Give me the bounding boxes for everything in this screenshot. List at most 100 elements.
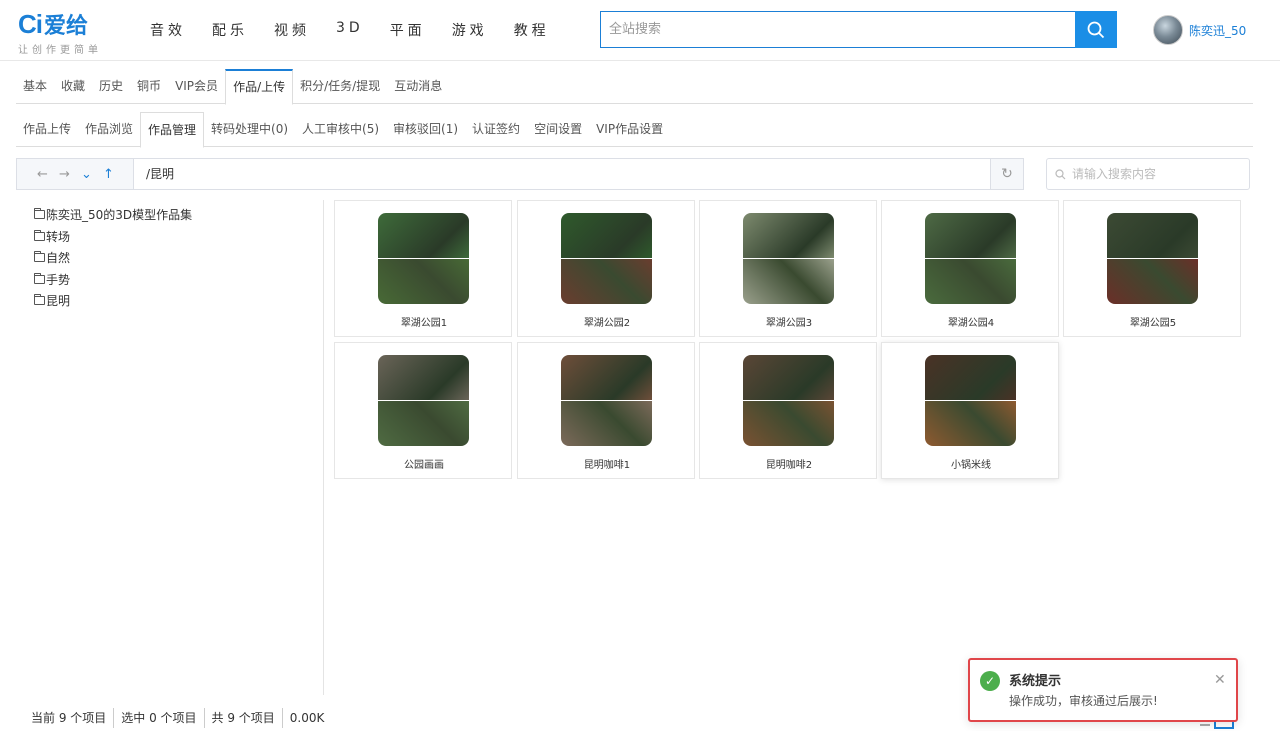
- logo-mark: Ci 爱给: [18, 8, 89, 40]
- logo-ci: Ci: [18, 8, 43, 39]
- file-name: 昆明咖啡1: [583, 460, 631, 471]
- logo-slogan: 让创作更简单: [18, 45, 102, 56]
- notification-title: 系统提示: [1009, 674, 1062, 689]
- tab-item[interactable]: 作品管理: [140, 112, 205, 148]
- folder-icon: [34, 208, 45, 220]
- tab-item[interactable]: 收藏: [54, 69, 92, 104]
- tab-item[interactable]: 作品浏览: [78, 112, 140, 147]
- folder-tree-item[interactable]: 陈奕迅_50的3D模型作品集: [16, 204, 323, 226]
- file-card[interactable]: 翠湖公园5: [1063, 200, 1241, 337]
- nav-item[interactable]: 3D: [336, 20, 364, 40]
- file-card[interactable]: 翠湖公园4: [881, 200, 1059, 337]
- header: Ci 爱给 让创作更简单 音效 配乐 视频 3D 平面 游戏 教程 陈奕迅_50: [0, 0, 1280, 61]
- nav-item[interactable]: 配乐: [212, 20, 248, 40]
- tab-item[interactable]: 空间设置: [527, 112, 589, 147]
- site-logo[interactable]: Ci 爱给 让创作更简单: [18, 8, 118, 57]
- tab-item[interactable]: 转码处理中(0): [204, 112, 295, 147]
- success-check-icon: ✓: [980, 671, 1000, 691]
- file-toolbar: ← → ⌄ ↑ /昆明 ↻: [16, 158, 1024, 190]
- file-thumbnail: [378, 213, 469, 304]
- file-thumbnail: [1107, 213, 1198, 304]
- tab-item[interactable]: 铜币: [130, 69, 168, 104]
- file-card[interactable]: 小锅米线: [881, 342, 1059, 479]
- nav-item[interactable]: 音效: [150, 20, 186, 40]
- nav-item[interactable]: 平面: [390, 20, 426, 40]
- file-name: 翠湖公园4: [947, 318, 995, 329]
- avatar[interactable]: [1153, 15, 1183, 45]
- status-selected: 选中 0 个项目: [114, 708, 205, 728]
- main-nav: 音效 配乐 视频 3D 平面 游戏 教程: [150, 20, 576, 40]
- file-search-input[interactable]: [1072, 167, 1242, 181]
- folder-label: 手势: [46, 272, 71, 287]
- tab-item[interactable]: 认证签约: [465, 112, 527, 147]
- site-search: [600, 11, 1117, 48]
- file-thumbnail: [378, 355, 469, 446]
- folder-tree-item[interactable]: 自然: [16, 247, 323, 269]
- back-arrow-icon[interactable]: ←: [37, 167, 59, 182]
- folder-icon: [34, 229, 45, 241]
- status-size: 0.00K: [289, 711, 325, 725]
- username[interactable]: 陈奕迅_50: [1189, 22, 1246, 39]
- file-thumbnail: [743, 355, 834, 446]
- current-path: /昆明: [146, 167, 175, 181]
- tab-item[interactable]: VIP会员: [168, 69, 225, 104]
- file-name: 翠湖公园1: [400, 318, 448, 329]
- refresh-button[interactable]: ↻: [990, 159, 1023, 189]
- down-arrow-icon[interactable]: ⌄: [81, 167, 103, 182]
- tab-item[interactable]: 审核驳回(1): [386, 112, 465, 147]
- file-name: 昆明咖啡2: [765, 460, 813, 471]
- folder-tree-item[interactable]: 昆明: [16, 290, 323, 312]
- notification-toast: ✓ 系统提示 操作成功，审核通过后展示! ✕: [968, 658, 1238, 722]
- primary-tabs: 基本 收藏 历史 铜币 VIP会员 作品/上传 积分/任务/提现 互动消息: [16, 69, 1253, 105]
- file-name: 翠湖公园5: [1129, 318, 1177, 329]
- tab-item[interactable]: 人工审核中(5): [295, 112, 386, 147]
- forward-arrow-icon[interactable]: →: [59, 167, 81, 182]
- nav-item[interactable]: 教程: [514, 20, 550, 40]
- file-name: 翠湖公园2: [583, 318, 631, 329]
- file-card[interactable]: 公园画画: [334, 342, 512, 479]
- file-card[interactable]: 翠湖公园1: [334, 200, 512, 337]
- file-card[interactable]: 翠湖公园2: [517, 200, 695, 337]
- refresh-icon: ↻: [1001, 166, 1013, 182]
- folder-label: 转场: [46, 229, 71, 244]
- file-thumbnail: [561, 355, 652, 446]
- file-thumbnail: [561, 213, 652, 304]
- folder-icon: [34, 272, 45, 284]
- tab-item[interactable]: 历史: [92, 69, 130, 104]
- file-name: 翠湖公园3: [765, 318, 813, 329]
- tab-item[interactable]: 基本: [16, 69, 54, 104]
- site-search-input[interactable]: [600, 11, 1075, 48]
- notification-message: 操作成功，审核通过后展示!: [1009, 694, 1158, 708]
- file-card[interactable]: 昆明咖啡2: [699, 342, 877, 479]
- folder-tree-item[interactable]: 手势: [16, 269, 323, 291]
- file-thumbnail: [743, 213, 834, 304]
- folder-label: 自然: [46, 251, 71, 266]
- tab-item[interactable]: 积分/任务/提现: [293, 69, 387, 104]
- tab-item[interactable]: VIP作品设置: [589, 112, 670, 147]
- file-name: 小锅米线: [951, 460, 991, 471]
- status-total: 共 9 个项目: [205, 708, 283, 728]
- search-button[interactable]: [1075, 11, 1117, 48]
- up-arrow-icon[interactable]: ↑: [103, 167, 125, 182]
- folder-label: 陈奕迅_50的3D模型作品集: [46, 208, 193, 223]
- folder-tree-item[interactable]: 转场: [16, 226, 323, 248]
- file-thumbnail: [925, 355, 1016, 446]
- search-icon: [1055, 168, 1066, 179]
- secondary-tabs: 作品上传 作品浏览 作品管理 转码处理中(0) 人工审核中(5) 审核驳回(1) 认证签约空…: [16, 112, 1253, 148]
- nav-item[interactable]: 视频: [274, 20, 310, 40]
- file-card[interactable]: 昆明咖啡1: [517, 342, 695, 479]
- close-icon[interactable]: ✕: [1214, 672, 1226, 688]
- tab-item[interactable]: 作品上传: [16, 112, 78, 147]
- nav-item[interactable]: 游戏: [452, 20, 488, 40]
- file-card[interactable]: 翠湖公园3: [699, 200, 877, 337]
- logo-name: 爱给: [44, 14, 89, 39]
- search-icon: [1087, 21, 1105, 38]
- file-name: 公园画画: [404, 460, 444, 471]
- tab-item[interactable]: 互动消息: [387, 69, 449, 104]
- status-current: 当前 9 个项目: [24, 708, 115, 728]
- tab-item[interactable]: 作品/上传: [225, 69, 294, 105]
- folder-label: 昆明: [46, 294, 71, 309]
- nav-arrows: ← → ⌄ ↑: [17, 159, 134, 189]
- user-menu[interactable]: 陈奕迅_50: [1153, 15, 1246, 45]
- file-thumbnail: [925, 213, 1016, 304]
